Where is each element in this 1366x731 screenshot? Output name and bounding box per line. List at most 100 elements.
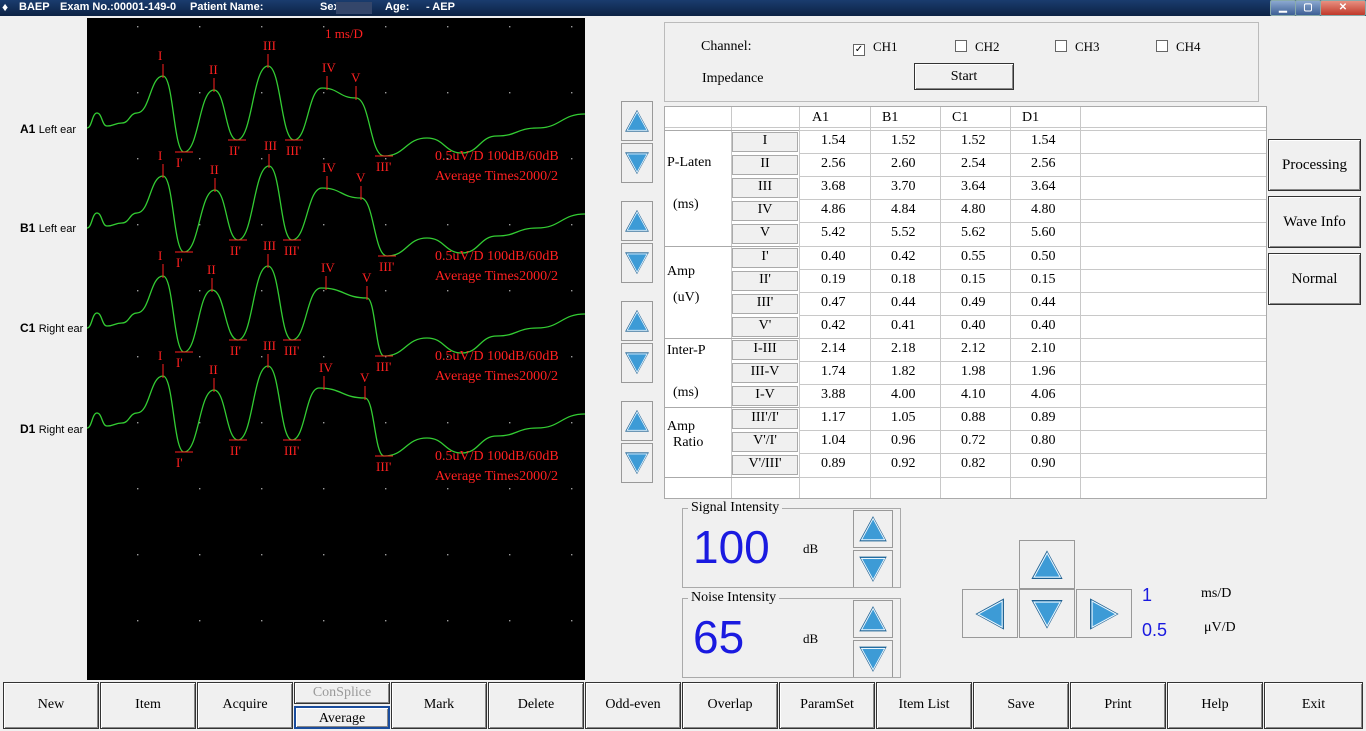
ratio-scroll-up-button[interactable]	[621, 401, 653, 441]
checkbox-check-icon: ✓	[853, 44, 865, 56]
arrow-up-icon	[625, 409, 649, 432]
amplitude-scroll-down-button[interactable]	[621, 243, 653, 283]
average-button[interactable]: Average	[294, 706, 390, 729]
table-cell: 0.47	[821, 295, 846, 310]
grid-dot	[571, 620, 573, 622]
grid-dot	[447, 92, 449, 94]
acquire-button[interactable]: Acquire	[197, 682, 293, 729]
item-list-button[interactable]: Item List	[876, 682, 972, 729]
exit-button[interactable]: Exit	[1264, 682, 1363, 729]
table-cell: 3.88	[821, 387, 846, 402]
row-label: II'	[759, 272, 771, 287]
pan-up-button[interactable]	[1019, 540, 1075, 589]
table-cell: 2.12	[961, 341, 986, 356]
ratio-scroll-down-button[interactable]	[621, 443, 653, 483]
paramset-button[interactable]: ParamSet	[779, 682, 875, 729]
grid-dot	[199, 356, 201, 358]
row-label: I-III	[753, 341, 777, 356]
item-button[interactable]: Item	[100, 682, 196, 729]
signal-intensity-unit: dB	[803, 541, 819, 556]
row-label: II	[760, 156, 770, 171]
odd-even-button[interactable]: Odd-even	[585, 682, 681, 729]
grid-dot	[447, 620, 449, 622]
close-button[interactable]: ✕	[1320, 0, 1366, 16]
peak-label: II	[209, 362, 218, 377]
trough-label: I'	[176, 355, 183, 370]
amplitude-scroll-up-button[interactable]	[621, 201, 653, 241]
column-header: C1	[952, 110, 969, 125]
interpeak-scroll-down-button[interactable]	[621, 343, 653, 383]
row-label: III-V	[750, 364, 780, 379]
arrow-up-icon	[625, 309, 649, 332]
ch4-checkbox[interactable]: CH4	[1156, 39, 1201, 55]
grid-dot	[137, 290, 139, 292]
processing-button[interactable]: Processing	[1268, 139, 1361, 191]
noise-intensity-value: 65	[693, 611, 745, 663]
arrow-down-icon	[625, 352, 649, 375]
amp-scale-unit: μV/D	[1204, 620, 1236, 635]
mark-button[interactable]: Mark	[391, 682, 487, 729]
latency-scroll-down-button[interactable]	[621, 143, 653, 183]
grid-dot	[137, 488, 139, 490]
print-button[interactable]: Print	[1070, 682, 1166, 729]
grid-dot	[261, 422, 263, 424]
table-cell: 1.82	[891, 364, 916, 379]
minimize-button[interactable]: ▁	[1270, 0, 1296, 16]
group-unit: (uV)	[673, 290, 700, 305]
table-cell: 0.40	[821, 249, 846, 264]
table-cell: 0.88	[961, 410, 986, 425]
table-cell: 0.18	[891, 272, 916, 287]
grid-dot	[447, 224, 449, 226]
peak-label: IV	[322, 60, 336, 75]
channel-info-scale: 0.5uV/D 100dB/60dB	[435, 149, 559, 164]
help-button[interactable]: Help	[1167, 682, 1263, 729]
channel-info-scale: 0.5uV/D 100dB/60dB	[435, 349, 559, 364]
table-cell: 0.19	[821, 272, 846, 287]
noise-intensity-unit: dB	[803, 631, 819, 646]
latency-scroll-up-button[interactable]	[621, 101, 653, 141]
table-cell: 1.04	[821, 433, 846, 448]
pan-left-button[interactable]	[962, 589, 1018, 638]
table-cell: 0.41	[891, 318, 916, 333]
pan-down-button[interactable]	[1019, 589, 1075, 638]
timescale-label: 1 ms/D	[325, 26, 363, 41]
table-cell: 0.15	[961, 272, 986, 287]
table-cell: 4.86	[821, 202, 846, 217]
arrow-up-icon	[625, 109, 649, 132]
pan-right-button[interactable]	[1076, 589, 1132, 638]
start-button[interactable]: Start	[914, 63, 1014, 90]
row-label: V'	[758, 318, 772, 333]
overlap-button[interactable]: Overlap	[682, 682, 778, 729]
grid-dot	[385, 488, 387, 490]
grid-dot	[571, 554, 573, 556]
channel-label-a1: A1 Left ear	[20, 122, 76, 136]
row-label: I'	[761, 249, 769, 264]
ch2-checkbox[interactable]: CH2	[955, 39, 1000, 55]
table-cell: 4.80	[961, 202, 986, 217]
table-cell: 0.92	[891, 456, 916, 471]
save-button[interactable]: Save	[973, 682, 1069, 729]
table-cell: 3.64	[1031, 179, 1056, 194]
wave-info-button[interactable]: Wave Info	[1268, 196, 1361, 248]
maximize-button[interactable]: ▢	[1295, 0, 1321, 16]
delete-button[interactable]: Delete	[488, 682, 584, 729]
age-label: Age:	[385, 1, 410, 13]
table-cell: 1.74	[821, 364, 846, 379]
ch3-checkbox[interactable]: CH3	[1055, 39, 1100, 55]
waveform-display[interactable]: 1 ms/D I II III IV V I' II' III' III' I II III IV V I'…	[87, 18, 585, 680]
interpeak-scroll-up-button[interactable]	[621, 301, 653, 341]
new-button[interactable]: New	[3, 682, 99, 729]
trough-label: III'	[376, 459, 391, 474]
mode-label: - AEP	[426, 1, 455, 13]
normal-button[interactable]: Normal	[1268, 253, 1361, 305]
table-cell: 0.15	[1031, 272, 1056, 287]
table-cell: 1.54	[821, 133, 846, 148]
peak-label: I	[158, 148, 162, 163]
grid-dot	[509, 26, 511, 28]
ch1-checkbox[interactable]: ✓ CH1	[853, 39, 898, 56]
grid-dot	[385, 554, 387, 556]
grid-dot	[199, 26, 201, 28]
app-title: BAEP	[19, 1, 50, 13]
consplice-button[interactable]: ConSplice	[294, 682, 390, 704]
peak-label: III	[263, 238, 276, 253]
